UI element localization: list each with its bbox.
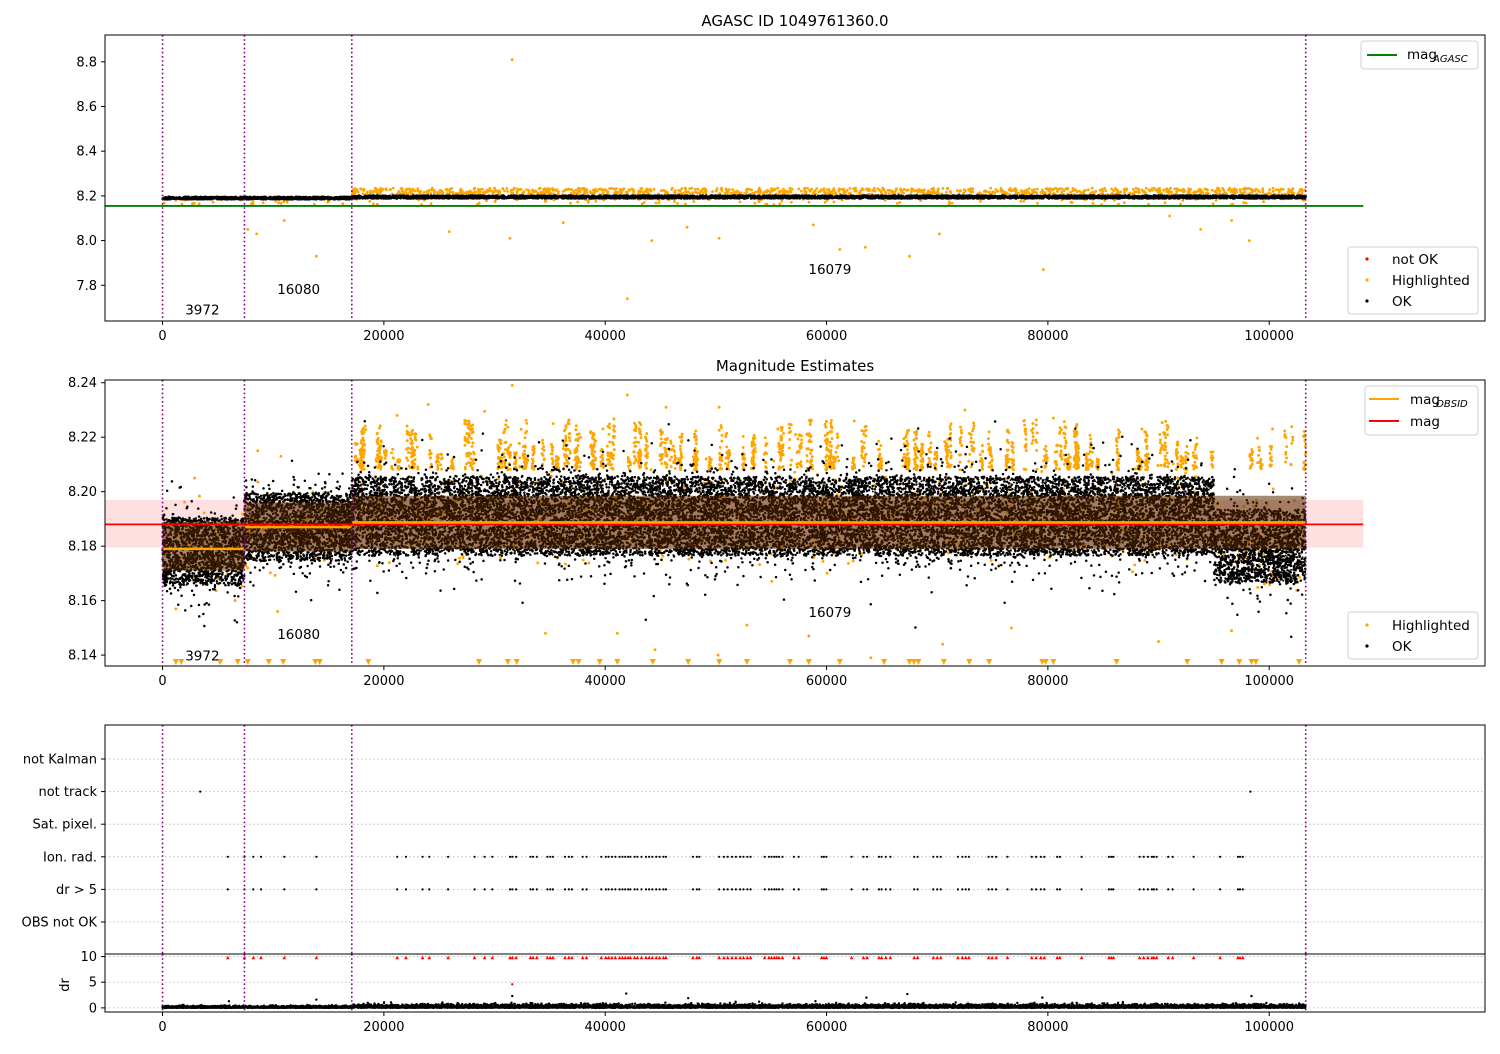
agasc-panel: 3972 16080 16079 0 20000 40000 60000 80000 10000… (76, 12, 1486, 344)
flag-points (199, 790, 1252, 891)
y-tick-label: 8.4 (76, 145, 97, 160)
obsid-label: 3972 (185, 649, 219, 665)
dr-panel: 0 20000 40000 60000 80000 100000 0 5 10 dr (58, 950, 1486, 1035)
highlighted-points (162, 58, 1307, 301)
chart-title: Magnitude Estimates (716, 357, 874, 375)
flag-category-label: OBS not OK (22, 916, 98, 931)
legend-point-swatch (1365, 644, 1369, 648)
x-tick-label: 80000 (1027, 329, 1068, 344)
legend-label-subscript: OBSID (1436, 399, 1468, 410)
dr-outlier-point (687, 996, 690, 1000)
y-tick-label: 0 (89, 1001, 97, 1016)
x-tick-label: 40000 (585, 1020, 626, 1035)
x-tick-label: 0 (158, 1020, 166, 1035)
y-axis-label: dr (58, 978, 73, 992)
point-legend: Highlighted OK (1347, 611, 1479, 660)
dr-outlier-point (906, 992, 909, 996)
obsid-mag-band (162, 521, 245, 571)
dr-outlier-point (1250, 994, 1253, 998)
y-tick-label: 8.2 (76, 189, 97, 204)
flag-category-label: not Kalman (23, 753, 97, 768)
obsid-label: 16079 (808, 262, 851, 278)
legend-label: OK (1392, 639, 1413, 655)
line-legend: magOBSIDmag (1364, 385, 1479, 436)
flag-category-label: not track (38, 785, 97, 800)
legend-label: Highlighted (1392, 273, 1470, 289)
y-tick-label: 8.22 (68, 431, 97, 446)
x-tick-label: 60000 (806, 1020, 847, 1035)
legend-label-subscript: AGASC (1432, 54, 1468, 65)
x-tick-label: 60000 (806, 674, 847, 689)
ok-points (161, 194, 1307, 201)
dr-clipped-markers (226, 955, 1245, 960)
x-tick-label: 80000 (1027, 1020, 1068, 1035)
x-tick-label: 100000 (1244, 329, 1294, 344)
dr-outlier-point (1041, 996, 1044, 999)
y-tick-label: 8.14 (68, 649, 97, 664)
dr-points (161, 1000, 1307, 1010)
y-tick-label: 8.24 (68, 376, 97, 391)
x-tick-label: 40000 (585, 674, 626, 689)
x-tick-label: 20000 (363, 329, 404, 344)
obsid-label: 3972 (185, 302, 219, 318)
y-tick-label: 8.8 (76, 55, 97, 70)
line-legend: magAGASC (1360, 40, 1479, 70)
flag-category-label: Ion. rad. (43, 850, 97, 865)
legend-point-swatch (1365, 257, 1369, 261)
chart-title: AGASC ID 1049761360.0 (701, 12, 888, 30)
y-tick-label: 8.6 (76, 100, 97, 115)
x-tick-label: 40000 (585, 329, 626, 344)
flags-panel: not Kalman not track Sat. pixel. Ion. rad. d… (22, 724, 1486, 955)
y-tick-label: 8.16 (68, 594, 97, 609)
obsid-label: 16079 (808, 605, 851, 621)
axes-frame (104, 34, 1486, 322)
obsid-label: 16080 (277, 627, 320, 643)
y-tick-label: 10 (80, 950, 97, 965)
flag-category-label: Sat. pixel. (33, 818, 97, 833)
legend-label: Highlighted (1392, 618, 1470, 634)
y-tick-label: 8.18 (68, 540, 97, 555)
y-tick-label: 8.0 (76, 234, 97, 249)
x-tick-label: 100000 (1244, 674, 1294, 689)
x-tick-label: 20000 (363, 674, 404, 689)
x-tick-label: 60000 (806, 329, 847, 344)
x-tick-label: 20000 (363, 1020, 404, 1035)
magnitude-estimates-panel: 3972 16080 16079 0 20000 40000 60000 80000 10000… (68, 357, 1486, 689)
dr-outlier-point (315, 998, 318, 1001)
dr-outlier-point (511, 994, 514, 998)
y-tick-label: 7.8 (76, 279, 97, 294)
point-legend: not OK Highlighted OK (1347, 246, 1479, 315)
legend-point-swatch (1365, 278, 1369, 282)
x-tick-label: 100000 (1244, 1020, 1294, 1035)
x-tick-label: 0 (158, 329, 166, 344)
plot-area (105, 35, 1364, 321)
dr-outlier-point (227, 1000, 231, 1003)
y-tick-label: 5 (89, 976, 97, 991)
clipped-low-markers (172, 659, 1303, 665)
dr-outlier-point (625, 992, 628, 995)
legend-label: OK (1392, 294, 1413, 310)
obsid-label: 16080 (277, 282, 320, 298)
axes-frame (104, 953, 1486, 1013)
y-tick-label: 8.20 (68, 485, 97, 500)
legend-label: mag (1410, 414, 1440, 430)
legend-point-swatch (1365, 299, 1369, 303)
legend-label: not OK (1392, 252, 1439, 268)
dr-outlier-point (865, 996, 868, 999)
dr-outlier-point (511, 983, 514, 986)
legend-point-swatch (1365, 623, 1369, 627)
plot-area (105, 380, 1364, 666)
x-tick-label: 80000 (1027, 674, 1068, 689)
flag-category-label: dr > 5 (56, 883, 97, 898)
dr-outlier-point (814, 1000, 817, 1003)
figure: 397216080160790 20000 40000 60000 80000 10000… (22, 12, 1486, 1035)
x-tick-label: 0 (158, 674, 166, 689)
